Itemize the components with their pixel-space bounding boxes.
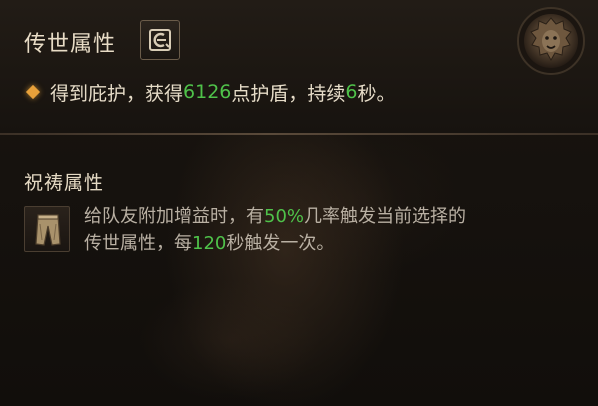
blessing-description: 给队友附加增益时，有50%几率触发当前选择的 传世属性，每120秒触发一次。 xyxy=(84,203,584,257)
bullet-diamond-icon xyxy=(25,84,41,100)
shield-value: 6126 xyxy=(183,81,232,103)
blessing-attribute-title: 祝祷属性 xyxy=(24,172,105,194)
item-tooltip-panel: 传世属性 得到庇护，获得 6126 点护盾，持续 6 秒。 祝祷属性 给队友附加… xyxy=(0,0,598,406)
effect-text-part1: 得到庇护，获得 xyxy=(50,82,184,105)
cooldown-value: 120 xyxy=(192,233,227,254)
aspect-sigil-icon[interactable] xyxy=(140,20,180,60)
trigger-chance-value: 50% xyxy=(264,206,305,227)
pants-icon xyxy=(24,206,70,252)
section-divider xyxy=(0,133,598,135)
desc-text-part2: 几率触发当前选择的 xyxy=(304,206,467,227)
desc-text-part4: 秒触发一次。 xyxy=(226,233,335,254)
effect-text-part2: 点护盾，持续 xyxy=(231,82,346,105)
legendary-section: 传世属性 得到庇护，获得 6126 点护盾，持续 6 秒。 xyxy=(0,0,598,133)
legendary-attribute-title: 传世属性 xyxy=(24,32,117,57)
desc-text-part1: 给队友附加增益时，有 xyxy=(84,206,264,227)
effect-text-part3: 秒。 xyxy=(357,82,396,105)
desc-text-part3: 传世属性，每 xyxy=(84,233,192,254)
blessing-desc-line1: 给队友附加增益时，有50%几率触发当前选择的 xyxy=(84,203,584,230)
aspect-sigil-glyph xyxy=(149,29,171,51)
duration-value: 6 xyxy=(345,81,358,103)
lion-head-emblem-icon xyxy=(516,6,586,76)
legendary-effect-line: 得到庇护，获得 6126 点护盾，持续 6 秒。 xyxy=(24,79,396,105)
blessing-desc-line2: 传世属性，每120秒触发一次。 xyxy=(84,230,584,257)
